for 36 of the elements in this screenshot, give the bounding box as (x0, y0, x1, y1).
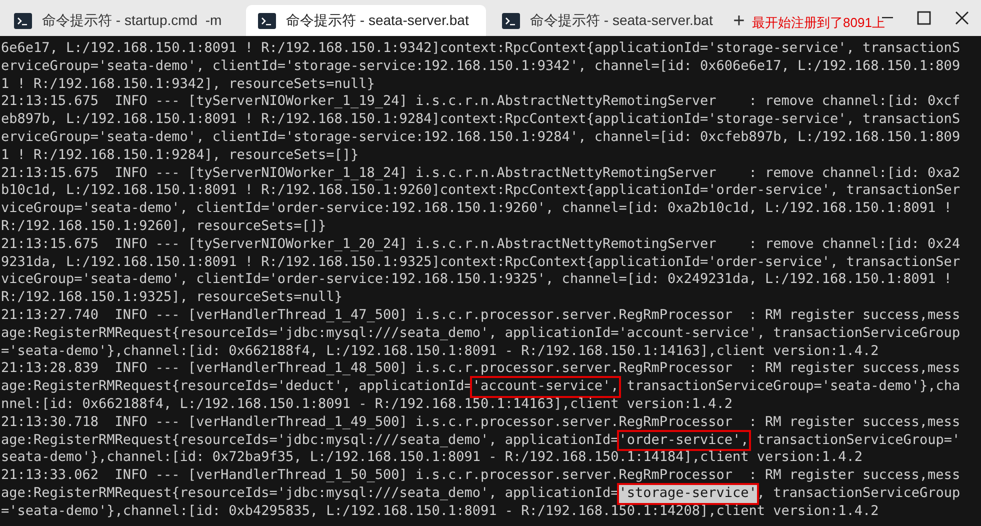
terminal-line: viceGroup='seata-demo', clientId='order-service:192.168.150.1:9260', channel=[id: 0xa2b10c1d, L:/192.168.150.1:8091 ! (1, 200, 953, 218)
terminal-line: eb897b, L:/192.168.150.1:8091 ! R:/192.168.150.1:9284]context:RpcContext{applicationId='storage-service', transactionS (1, 111, 962, 129)
terminal-line: age:RegisterRMRequest{resourceIds='jdbc:mysql:///seata_demo', applicationId='storage-service', transactionServiceGroup (1, 484, 962, 503)
terminal-line: 21:13:15.675 INFO --- [tyServerNIOWorker_1_19_24] i.s.c.r.n.AbstractNettyRemotingServer : remove channel:[id: 0xcf (1, 93, 962, 112)
terminal-line: 21:13:27.740 INFO --- [verHandlerThread_1_47_500] i.s.c.r.processor.server.RegRmProcessor : RM register success,mess (1, 306, 962, 325)
annotation-text: 最开始注册到了8091上 (752, 16, 885, 29)
terminal-line: seata-demo'},channel:[id: 0x72ba9f35, L:/192.168.150.1:8091 - R:/192.168.150.1:14184],client version:1.4.2 (1, 449, 864, 468)
terminal-line: 1 ! R:/192.168.150.1:9342], resourceSets=null} (1, 76, 376, 94)
terminal-line: ='seata-demo'},channel:[id: 0x662188f4, L:/192.168.150.1:8091 - R:/192.168.150.1:14163],client version:1.4.2 (1, 342, 880, 360)
terminal-line: 9231da, L:/192.168.150.1:8091 ! R:/192.168.150.1:9325]context:RpcContext{applicationId='order-service', transactionSer (1, 254, 962, 272)
terminal-line: age:RegisterRMRequest{resourceIds='deduct', applicationId='account-service', transactionServiceGroup='seata-demo'},cha (1, 378, 981, 396)
close-icon[interactable] (955, 11, 969, 25)
minimize-icon[interactable] (882, 17, 893, 19)
maximize-icon[interactable] (917, 11, 931, 25)
terminal-line: 21:13:15.675 INFO --- [tyServerNIOWorker_1_20_24] i.s.c.r.n.AbstractNettyRemotingServer : remove channel:[id: 0x24 (1, 236, 962, 254)
terminal-icon (14, 12, 32, 28)
terminal-line: R:/192.168.150.1:9325], resourceSets=null} (1, 289, 344, 307)
terminal-line: erviceGroup='seata-demo', clientId='storage-service:192.168.150.1:9342', channel=[id: 0x606e6e17, L:/192.168.150.1:809 (1, 58, 962, 76)
terminal-line: 21:13:33.062 INFO --- [verHandlerThread_1_50_500] i.s.c.r.processor.server.RegRmProcessor : RM register success,mess (1, 467, 962, 485)
terminal-line: b10c1d, L:/192.168.150.1:8091 ! R:/192.168.150.1:9260]context:RpcContext{applicationId='order-service', transactionSer (1, 182, 962, 200)
tab[interactable]: 命令提示符 - seata-server.bat (246, 5, 486, 36)
new-tab-button[interactable]: + (730, 6, 748, 36)
terminal-line: 21:13:15.675 INFO --- [tyServerNIOWorker_1_18_24] i.s.c.r.n.AbstractNettyRemotingServer : remove channel:[id: 0xa2 (1, 164, 962, 182)
terminal-icon (502, 12, 520, 28)
terminal-line: viceGroup='seata-demo', clientId='order-service:192.168.150.1:9325', channel=[id: 0x249231da, L:/192.168.150.1:8091 ! (1, 271, 953, 290)
terminal-line: R:/192.168.150.1:9260], resourceSets=[]} (1, 218, 328, 236)
terminal-line: 21:13:30.718 INFO --- [verHandlerThread_1_49_500] i.s.c.r.processor.server.RegRmProcessor : RM register success,mess (1, 414, 962, 432)
terminal-line: 1 ! R:/192.168.150.1:9284], resourceSets=[]} (1, 146, 360, 165)
terminal-line: nnel:[id: 0x662188f4, L:/192.168.150.1:8091 - R:/192.168.150.1:14163],client version:1.4.2 (1, 396, 734, 414)
terminal-line: age:RegisterRMRequest{resourceIds='jdbc:mysql:///seata_demo', applicationId='order-service', transactionServiceGroup=' (1, 432, 981, 450)
terminal-line: 21:13:28.839 INFO --- [verHandlerThread_1_48_500] i.s.c.r.processor.server.RegRmProcessor : RM register success,mess (1, 360, 962, 378)
terminal-line: age:RegisterRMRequest{resourceIds='jdbc:mysql:///seata_demo', applicationId='account-service', transactionServiceGroup (1, 324, 962, 343)
terminal-line: erviceGroup='seata-demo', clientId='storage-service:192.168.150.1:9284', channel=[id: 0xcfeb897b, L:/192.168.150.1:809 (1, 128, 962, 147)
terminal-icon (258, 12, 276, 28)
terminal-line: 6e6e17, L:/192.168.150.1:8091 ! R:/192.168.150.1:9342]context:RpcContext{applicationId='storage-service', transactionS (1, 40, 962, 58)
terminal-line: ='seata-demo'},channel:[id: 0xb4295835, L:/192.168.150.1:8091 - R:/192.168.150.1:14208],client version:1.4.2 (1, 502, 880, 521)
